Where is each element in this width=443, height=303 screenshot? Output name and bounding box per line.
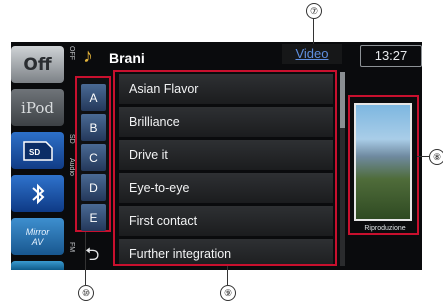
side-tab-sd: SD — [68, 134, 75, 144]
artwork-panel[interactable]: Riproduzione — [348, 95, 419, 235]
clock: 13:27 — [360, 45, 422, 67]
side-tab-audio: Audio — [68, 158, 75, 176]
callout-7: ⑦ — [306, 3, 322, 19]
source-ipod-button[interactable]: iPod — [11, 89, 64, 126]
album-artwork — [354, 103, 412, 221]
alpha-button-b[interactable]: B — [81, 114, 106, 141]
side-tab-off: OFF — [68, 46, 75, 60]
source-bluetooth-button[interactable] — [11, 175, 64, 212]
source-av-label: AV — [31, 236, 44, 247]
alpha-button-a[interactable]: A — [81, 84, 106, 111]
list-item[interactable]: Brilliance — [119, 107, 333, 138]
alpha-button-c[interactable]: C — [81, 144, 106, 171]
artwork-label: Riproduzione — [364, 225, 406, 232]
tab-video[interactable]: Video — [282, 44, 342, 64]
alphabet-search-bar: A B C D E — [75, 76, 111, 232]
svg-text:SD: SD — [29, 148, 40, 157]
track-list: Asian Flavor Brilliance Drive it Eye-to-… — [113, 70, 337, 266]
page-title: Brani — [109, 50, 145, 66]
callout-9: ⑨ — [220, 285, 236, 301]
callout-8: ⑧ — [429, 149, 443, 165]
source-sd-button[interactable]: SD — [11, 132, 64, 169]
side-tab-fm: FM — [68, 242, 75, 253]
scrollbar-thumb[interactable] — [340, 72, 345, 128]
list-item[interactable]: Drive it — [119, 140, 333, 171]
list-item[interactable]: Eye-to-eye — [119, 173, 333, 204]
source-mirror-av-button[interactable]: Mirror AV — [11, 218, 64, 255]
source-ipod-label: iPod — [21, 98, 54, 117]
head-unit-screen: Off iPod SD Mirror AV OFF SD Audio FM ♪ … — [11, 42, 422, 270]
callout-9-leader — [227, 266, 228, 285]
callout-8-leader — [417, 156, 429, 157]
callout-10-leader — [85, 232, 86, 285]
sd-card-icon: SD — [22, 140, 53, 161]
callout-7-leader — [313, 18, 314, 44]
source-fm-button[interactable] — [11, 261, 64, 270]
list-item[interactable]: First contact — [119, 206, 333, 237]
source-off-button[interactable]: Off — [11, 46, 64, 83]
alpha-button-e[interactable]: E — [81, 204, 106, 231]
list-item[interactable]: Asian Flavor — [119, 74, 333, 105]
list-scrollbar[interactable] — [340, 72, 345, 266]
music-note-icon: ♪ — [83, 45, 93, 67]
back-arrow-icon[interactable]: ⮌ — [85, 242, 99, 270]
source-off-label: Off — [23, 54, 52, 75]
bluetooth-icon — [31, 183, 44, 204]
alpha-button-d[interactable]: D — [81, 174, 106, 201]
list-item[interactable]: Further integration — [119, 239, 333, 264]
source-mirror-label: Mirror — [25, 226, 50, 237]
callout-10: ⑩ — [78, 285, 94, 301]
